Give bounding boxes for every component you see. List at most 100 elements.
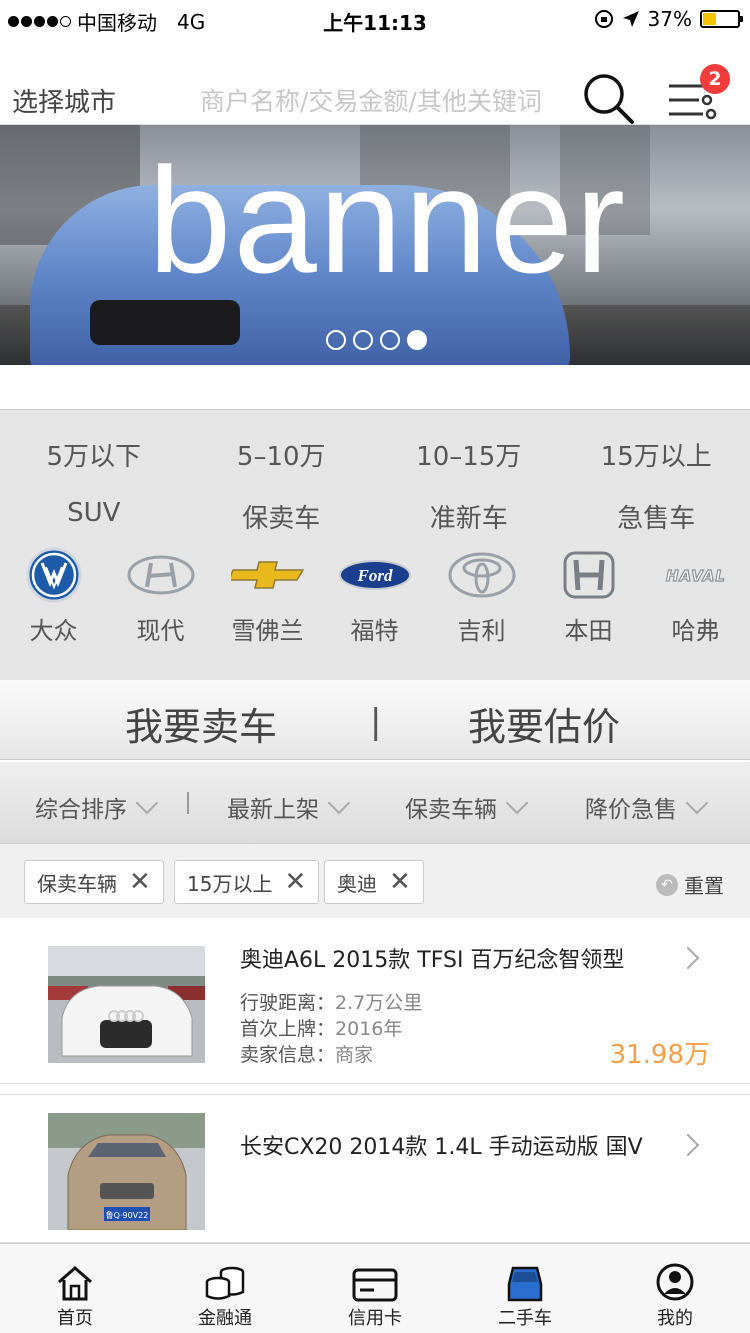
promo-banner[interactable]: banner <box>0 125 750 365</box>
type-filter-guaranteed[interactable]: 保卖车 <box>188 498 376 535</box>
listing-card[interactable]: 奥迪A6L 2015款 TFSI 百万纪念智领型 行驶距离：2.7万公里 首次上… <box>0 918 750 1084</box>
brand-item-chevrolet[interactable]: 雪佛兰 <box>214 545 321 646</box>
action-divider: | <box>370 702 382 742</box>
estimate-price-button[interactable]: 我要估价 <box>468 696 620 751</box>
brand-item-haval[interactable]: HAVAL 哈弗 <box>642 545 749 646</box>
tab-used-car[interactable]: 二手车 <box>450 1244 600 1333</box>
sort-newest[interactable]: 最新上架 <box>227 790 351 824</box>
tab-finance[interactable]: 金融通 <box>150 1244 300 1333</box>
price-filter-over-15w[interactable]: 15万以上 <box>563 436 750 473</box>
brand-item-geely[interactable]: 吉利 <box>428 545 535 646</box>
mileage-label: 行驶距离： <box>240 992 336 1014</box>
reset-button[interactable]: ↶ 重置 <box>656 870 724 899</box>
seller-label: 卖家信息： <box>240 1044 336 1066</box>
top-header: 选择城市 商户名称/交易金额/其他关键词 2 <box>0 40 750 125</box>
type-filter-row: SUV 保卖车 准新车 急售车 <box>0 498 750 535</box>
sell-car-button[interactable]: 我要卖车 <box>125 696 277 751</box>
brand-label: 本田 <box>564 617 613 645</box>
chevron-down-icon <box>505 791 529 815</box>
chevron-down-icon <box>135 791 159 815</box>
toyota-logo-icon <box>448 552 515 598</box>
svg-text:鲁Q·90V22: 鲁Q·90V22 <box>106 1210 149 1220</box>
chip-label: 保卖车辆 <box>37 871 117 896</box>
price-filter-5-10w[interactable]: 5–10万 <box>188 436 376 473</box>
chevron-down-icon <box>327 791 351 815</box>
search-input[interactable]: 商户名称/交易金额/其他关键词 <box>200 82 542 118</box>
brand-item-ford[interactable]: Ford 福特 <box>321 545 428 646</box>
brand-item-hyundai[interactable]: 现代 <box>107 545 214 646</box>
active-filters: 保卖车辆 ✕ 15万以上 ✕ 奥迪 ✕ ↶ 重置 <box>0 844 750 918</box>
registration-value: 2016年 <box>335 1018 403 1040</box>
tab-label: 信用卡 <box>348 1308 402 1329</box>
status-right: 37% <box>594 7 743 31</box>
tab-credit-card[interactable]: 信用卡 <box>300 1244 450 1333</box>
filter-chip[interactable]: 15万以上 ✕ <box>174 860 320 904</box>
coins-icon <box>205 1266 245 1300</box>
sort-price-drop[interactable]: 降价急售 <box>585 790 709 824</box>
pager-dot[interactable] <box>353 330 373 350</box>
sort-guaranteed[interactable]: 保卖车辆 <box>405 790 529 824</box>
listing-meta: 行驶距离：2.7万公里 首次上牌：2016年 卖家信息：商家 <box>240 990 422 1068</box>
car-icon <box>507 1266 543 1302</box>
notification-badge: 2 <box>700 64 730 94</box>
registration-label: 首次上牌： <box>240 1018 336 1040</box>
price-filter-under-5w[interactable]: 5万以下 <box>0 436 188 473</box>
filter-chip[interactable]: 奥迪 ✕ <box>324 860 424 904</box>
brand-label: 吉利 <box>457 617 506 645</box>
price-filter-row: 5万以下 5–10万 10–15万 15万以上 <box>0 436 750 473</box>
city-selector[interactable]: 选择城市 <box>12 82 116 119</box>
hyundai-logo-icon <box>127 555 194 595</box>
quick-filter-panel: 5万以下 5–10万 10–15万 15万以上 SUV 保卖车 准新车 急售车 … <box>0 410 750 680</box>
listing-title: 奥迪A6L 2015款 TFSI 百万纪念智领型 <box>240 948 625 973</box>
profile-icon <box>656 1263 694 1301</box>
chip-label: 奥迪 <box>337 871 377 896</box>
tab-label: 我的 <box>657 1308 693 1329</box>
battery-percent: 37% <box>647 7 692 31</box>
sort-label: 综合排序 <box>35 797 127 823</box>
listing-title: 长安CX20 2014款 1.4L 手动运动版 国V <box>240 1135 643 1160</box>
pager-dot-active[interactable] <box>407 330 427 350</box>
type-filter-suv[interactable]: SUV <box>0 498 188 535</box>
chevron-right-icon <box>676 1133 700 1157</box>
type-filter-urgent[interactable]: 急售车 <box>563 498 750 535</box>
close-icon[interactable]: ✕ <box>129 869 151 895</box>
sort-divider <box>187 792 189 814</box>
pager-dot[interactable] <box>380 330 400 350</box>
credit-card-icon <box>352 1268 398 1302</box>
tab-label: 首页 <box>57 1308 93 1329</box>
banner-pager[interactable] <box>326 330 427 350</box>
status-bar: 中国移动 4G 上午11:13 37% <box>0 0 750 40</box>
tab-label: 二手车 <box>498 1308 552 1329</box>
chip-label: 15万以上 <box>187 871 273 896</box>
home-icon <box>58 1266 92 1301</box>
search-icon[interactable] <box>580 70 636 126</box>
brand-item-volkswagen[interactable]: 大众 <box>0 545 107 646</box>
sort-comprehensive[interactable]: 综合排序 <box>35 790 159 824</box>
brand-item-honda[interactable]: 本田 <box>535 545 642 646</box>
battery-icon <box>700 10 743 28</box>
sort-label: 保卖车辆 <box>405 797 497 823</box>
listing-card[interactable]: 鲁Q·90V22 长安CX20 2014款 1.4L 手动运动版 国V <box>0 1094 750 1243</box>
volkswagen-logo-icon <box>26 547 81 603</box>
svg-text:Ford: Ford <box>356 566 392 585</box>
mileage-value: 2.7万公里 <box>335 992 423 1014</box>
haval-logo-icon: HAVAL <box>665 566 726 585</box>
honda-logo-icon <box>563 551 614 599</box>
banner-title: banner <box>148 136 628 304</box>
tab-profile[interactable]: 我的 <box>600 1244 750 1333</box>
sell-estimate-bar: 我要卖车 | 我要估价 <box>0 680 750 760</box>
svg-text:HAVAL: HAVAL <box>666 567 726 585</box>
sort-label: 最新上架 <box>227 797 319 823</box>
car-thumbnail: 鲁Q·90V22 <box>48 1113 205 1230</box>
chevron-down-icon <box>685 791 709 815</box>
close-icon[interactable]: ✕ <box>389 869 411 895</box>
type-filter-nearly-new[interactable]: 准新车 <box>375 498 563 535</box>
bottom-tab-bar: 首页 金融通 信用卡 二手车 我的 <box>0 1243 750 1333</box>
filter-chip[interactable]: 保卖车辆 ✕ <box>24 860 164 904</box>
brand-label: 福特 <box>350 617 399 645</box>
chevrolet-logo-icon <box>230 561 304 589</box>
close-icon[interactable]: ✕ <box>284 869 306 895</box>
price-filter-10-15w[interactable]: 10–15万 <box>375 436 563 473</box>
tab-home[interactable]: 首页 <box>0 1244 150 1333</box>
pager-dot[interactable] <box>326 330 346 350</box>
